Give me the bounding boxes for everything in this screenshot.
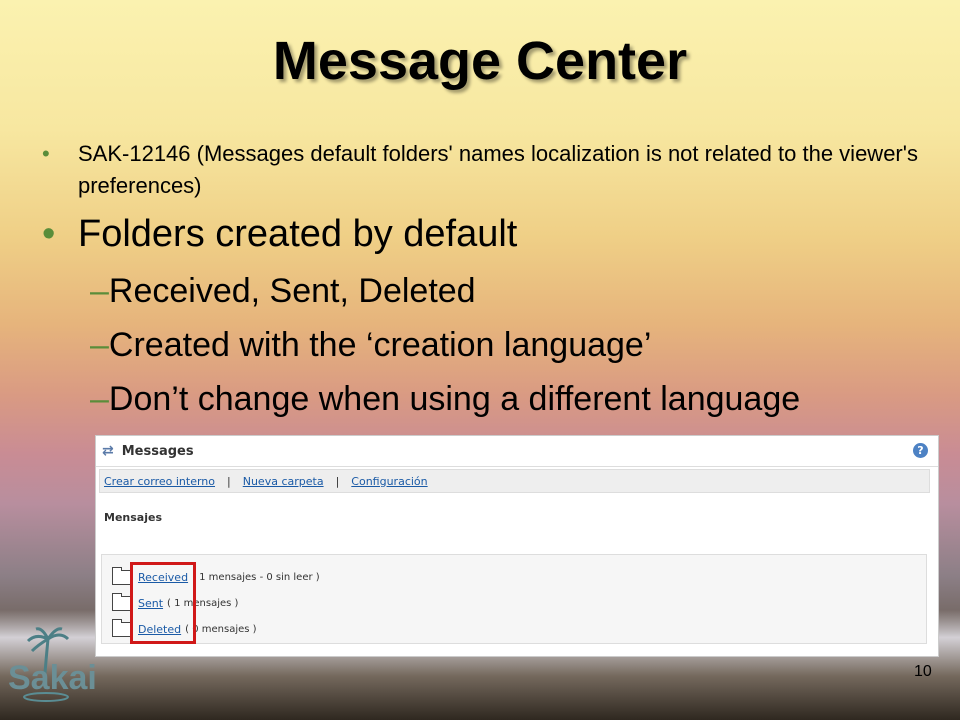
page-number: 10	[914, 663, 932, 680]
sakai-logo: Sakai	[8, 627, 97, 702]
panel-title: Messages	[121, 443, 194, 459]
sub-bullet-text: Received, Sent, Deleted	[108, 272, 476, 310]
bullet-dot: •	[42, 213, 56, 255]
messages-panel: ⇄ Messages ? Crear correo interno | Nuev…	[95, 435, 939, 657]
refresh-icon[interactable]: ⇄	[102, 443, 114, 459]
help-icon[interactable]: ?	[913, 443, 928, 458]
folder-icon	[112, 566, 132, 585]
folder-info: ( 1 mensajes - 0 sin leer )	[192, 571, 320, 583]
dash: –	[90, 272, 109, 310]
bullet-small-text: SAK-12146 (Messages default folders' nam…	[78, 141, 918, 198]
separator: |	[227, 474, 231, 488]
slide-title: Message Center	[272, 31, 688, 91]
bullet-big: • Folders created by default	[42, 213, 517, 256]
folder-icon	[112, 618, 132, 637]
sub-bullet-text: Created with the ‘creation language’	[108, 326, 652, 364]
create-message-link[interactable]: Crear correo interno	[104, 475, 215, 488]
bullet-small: • SAK-12146 (Messages default folders' n…	[42, 138, 932, 202]
logo-text: Sakai	[8, 659, 97, 697]
new-folder-link[interactable]: Nueva carpeta	[243, 475, 324, 488]
folder-icon	[112, 592, 132, 611]
panel-header: ⇄ Messages ?	[96, 436, 938, 467]
bullet-big-text: Folders created by default	[78, 213, 518, 255]
separator: |	[335, 474, 340, 488]
sub-bullet: –Don’t change when using a different lan…	[90, 380, 800, 419]
folder-list: Received ( 1 mensajes - 0 sin leer ) Sen…	[101, 554, 927, 644]
bullet-dot: •	[42, 141, 50, 166]
dash: –	[90, 326, 109, 364]
dash: –	[90, 380, 109, 418]
settings-link[interactable]: Configuración	[351, 475, 427, 488]
panel-toolbar: Crear correo interno | Nueva carpeta | C…	[99, 469, 930, 493]
sub-bullet: –Received, Sent, Deleted	[90, 272, 476, 311]
highlight-box	[130, 562, 196, 644]
sub-bullet: –Created with the ‘creation language’	[90, 326, 651, 365]
section-title: Mensajes	[104, 511, 162, 524]
sub-bullet-text: Don’t change when using a different lang…	[108, 380, 801, 418]
